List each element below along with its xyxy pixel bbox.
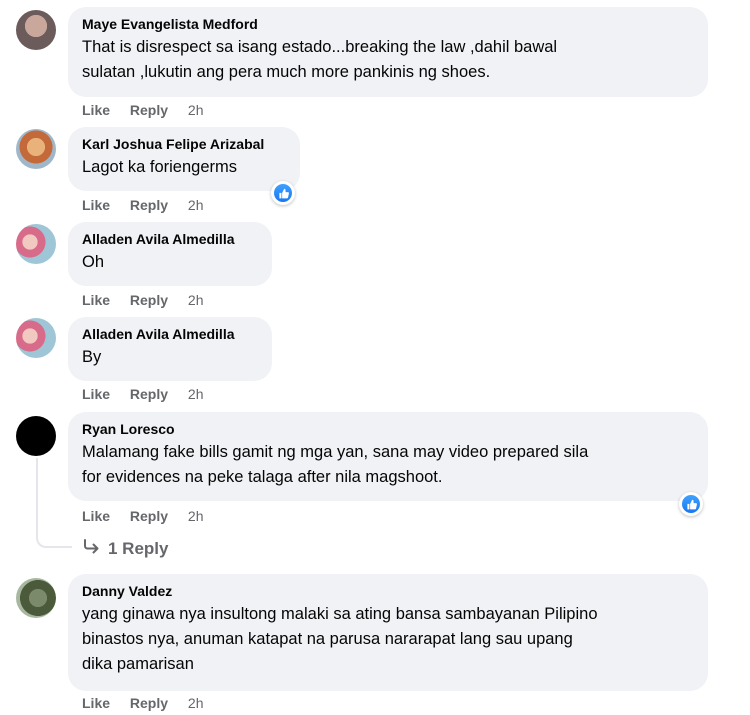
avatar[interactable] (16, 129, 56, 169)
comment-text: By (82, 345, 260, 370)
comment-text: Malamang fake bills gamit ng mga yan, sa… (82, 440, 696, 490)
comment-text-line: yang ginawa nya insultong malaki sa atin… (82, 605, 598, 623)
comment-actions: Like Reply 2h (82, 386, 204, 402)
comment-bubble: Alladen Avila Almedilla By (68, 317, 272, 381)
comment-text-line: dika pamarisan (82, 655, 194, 673)
like-button[interactable]: Like (82, 292, 110, 308)
reply-button[interactable]: Reply (130, 386, 168, 402)
view-replies-link[interactable]: 1 Reply (82, 538, 168, 559)
comment-bubble: Karl Joshua Felipe Arizabal Lagot ka for… (68, 127, 300, 191)
like-icon (274, 184, 292, 202)
comment-text-line: binastos nya, anuman katapat na parusa n… (82, 630, 573, 648)
like-button[interactable]: Like (82, 386, 110, 402)
timestamp[interactable]: 2h (188, 292, 204, 308)
comment-text-line: Lagot ka foriengerms (82, 158, 238, 176)
comment-text-line: for evidences na peke talaga after nila … (82, 468, 443, 486)
avatar[interactable] (16, 10, 56, 50)
timestamp[interactable]: 2h (188, 386, 204, 402)
reply-button[interactable]: Reply (130, 508, 168, 524)
avatar[interactable] (16, 224, 56, 264)
like-icon (682, 495, 700, 513)
like-reaction-badge[interactable] (271, 181, 295, 205)
comment-bubble: Alladen Avila Almedilla Oh (68, 222, 272, 286)
comment-author[interactable]: Alladen Avila Almedilla (82, 230, 260, 248)
reply-thread-line (36, 458, 72, 548)
comment-author[interactable]: Maye Evangelista Medford (82, 15, 696, 33)
like-button[interactable]: Like (82, 508, 110, 524)
comment-actions: Like Reply 2h (82, 508, 204, 524)
comment-author[interactable]: Danny Valdez (82, 582, 696, 600)
like-reaction-badge[interactable] (679, 492, 703, 516)
comment-actions: Like Reply 2h (82, 102, 204, 118)
comment-text: That is disrespect sa isang estado...bre… (82, 35, 696, 85)
reply-button[interactable]: Reply (130, 102, 168, 118)
comment-text: Oh (82, 250, 260, 275)
comment-text-line: That is disrespect sa isang estado...bre… (82, 38, 558, 56)
timestamp[interactable]: 2h (188, 102, 204, 118)
comment-bubble: Danny Valdez yang ginawa nya insultong m… (68, 574, 708, 691)
view-replies-label: 1 Reply (108, 538, 169, 558)
comment-author[interactable]: Ryan Loresco (82, 420, 696, 438)
timestamp[interactable]: 2h (188, 508, 204, 524)
comment-actions: Like Reply 2h (82, 695, 204, 711)
avatar[interactable] (16, 578, 56, 618)
comment-actions: Like Reply 2h (82, 292, 204, 308)
reply-arrow-icon (82, 538, 102, 559)
comment-author[interactable]: Alladen Avila Almedilla (82, 325, 260, 343)
comment-author[interactable]: Karl Joshua Felipe Arizabal (82, 135, 288, 153)
timestamp[interactable]: 2h (188, 695, 204, 711)
comment-text: Lagot ka foriengerms (82, 155, 288, 180)
avatar[interactable] (16, 416, 56, 456)
comment-actions: Like Reply 2h (82, 197, 204, 213)
comment-text-line: sulatan ,lukutin ang pera much more pank… (82, 63, 491, 81)
comment-text-line: Oh (82, 253, 105, 271)
avatar[interactable] (16, 318, 56, 358)
comment-text-line: By (82, 348, 102, 366)
comment-bubble: Ryan Loresco Malamang fake bills gamit n… (68, 412, 708, 501)
comment-text-line: Malamang fake bills gamit ng mga yan, sa… (82, 443, 589, 461)
reply-button[interactable]: Reply (130, 292, 168, 308)
comment-text: yang ginawa nya insultong malaki sa atin… (82, 602, 696, 677)
like-button[interactable]: Like (82, 695, 110, 711)
timestamp[interactable]: 2h (188, 197, 204, 213)
comment-bubble: Maye Evangelista Medford That is disresp… (68, 7, 708, 97)
reply-button[interactable]: Reply (130, 197, 168, 213)
like-button[interactable]: Like (82, 102, 110, 118)
like-button[interactable]: Like (82, 197, 110, 213)
reply-button[interactable]: Reply (130, 695, 168, 711)
